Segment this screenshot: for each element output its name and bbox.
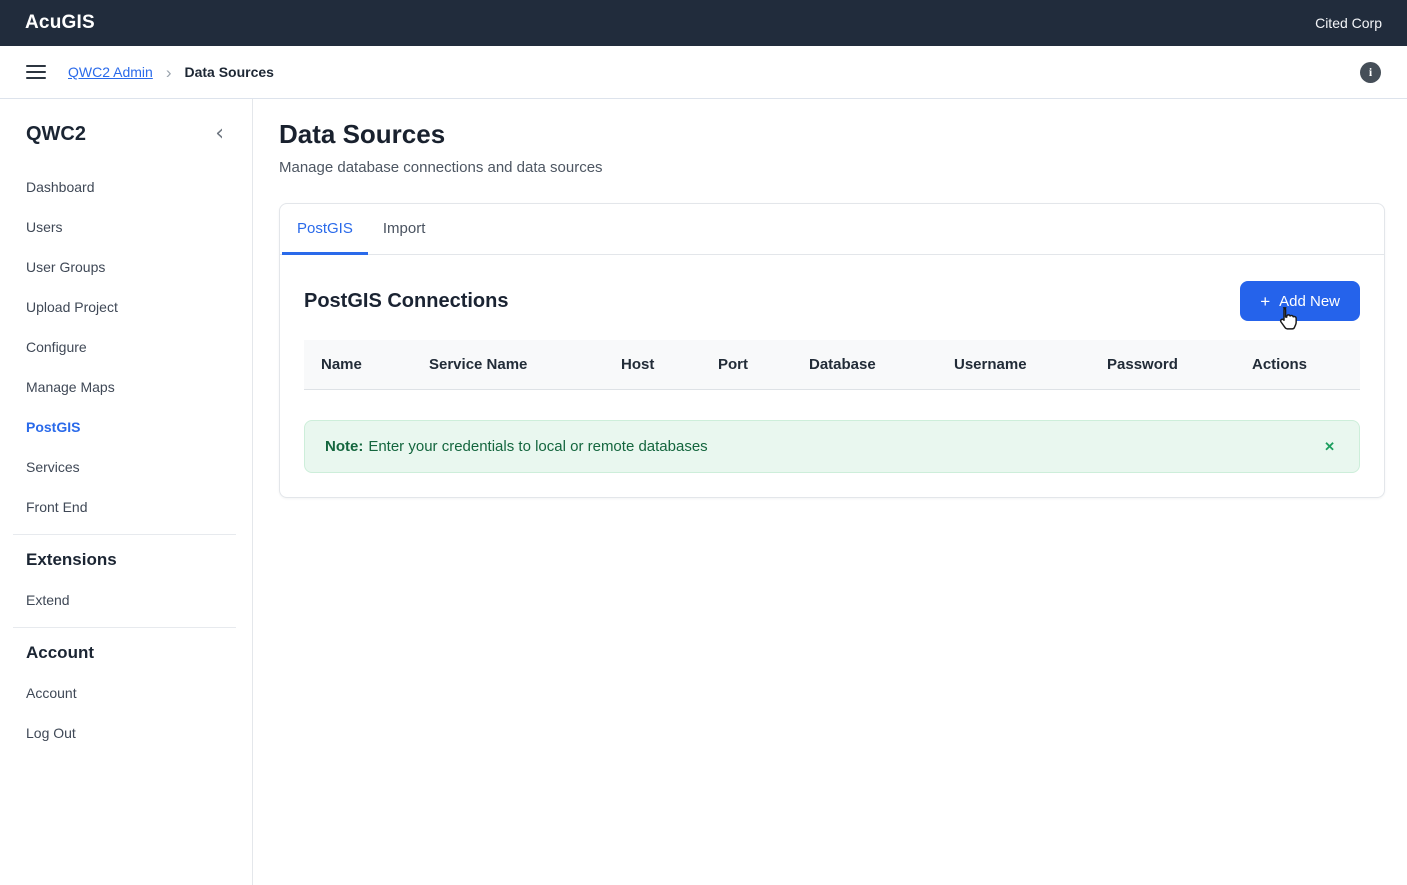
add-new-button[interactable]: + Add New — [1240, 281, 1360, 321]
tab-import[interactable]: Import — [368, 204, 441, 255]
sidebar-item-extend[interactable]: Extend — [0, 580, 252, 620]
chevron-right-icon: › — [166, 64, 172, 81]
sidebar-title: QWC2 — [26, 123, 86, 146]
org-name: Cited Corp — [1315, 15, 1382, 31]
app-logo[interactable]: AcuGIS — [25, 12, 95, 34]
column-host: Host — [621, 356, 718, 373]
breadcrumb-current: Data Sources — [184, 64, 273, 80]
sidebar-item-account[interactable]: Account — [0, 673, 252, 713]
connections-table: Name Service Name Host Port Database Use… — [304, 340, 1360, 390]
sidebar-divider — [13, 627, 236, 628]
note-alert-prefix: Note: — [325, 438, 363, 455]
sidebar-item-configure[interactable]: Configure — [0, 327, 252, 367]
sidebar-divider — [13, 534, 236, 535]
add-new-button-label: Add New — [1279, 293, 1340, 310]
column-port: Port — [718, 356, 809, 373]
breadcrumb-link-qwc2-admin[interactable]: QWC2 Admin — [68, 64, 153, 80]
tab-bar: PostGIS Import — [280, 204, 1384, 255]
column-username: Username — [954, 356, 1107, 373]
sidebar: QWC2 ‹ Dashboard Users User Groups Uploa… — [0, 99, 253, 885]
note-alert: Note: Enter your credentials to local or… — [304, 420, 1360, 473]
plus-icon: + — [1260, 293, 1270, 310]
sidebar-heading-extensions: Extensions — [0, 547, 252, 573]
sidebar-item-front-end[interactable]: Front End — [0, 487, 252, 527]
sidebar-item-manage-maps[interactable]: Manage Maps — [0, 367, 252, 407]
sidebar-item-users[interactable]: Users — [0, 207, 252, 247]
sidebar-item-user-groups[interactable]: User Groups — [0, 247, 252, 287]
main-content: Data Sources Manage database connections… — [253, 99, 1407, 885]
page-subtitle: Manage database connections and data sou… — [279, 159, 1385, 176]
sidebar-item-services[interactable]: Services — [0, 447, 252, 487]
note-alert-text: Enter your credentials to local or remot… — [368, 438, 707, 455]
chevron-left-icon[interactable]: ‹ — [215, 123, 224, 145]
connections-table-header: Name Service Name Host Port Database Use… — [304, 340, 1360, 390]
info-icon[interactable]: i — [1360, 62, 1381, 83]
data-sources-card: PostGIS Import PostGIS Connections + Add… — [279, 203, 1385, 498]
sidebar-item-log-out[interactable]: Log Out — [0, 713, 252, 753]
close-icon[interactable]: ✕ — [1320, 438, 1339, 455]
column-name: Name — [321, 356, 429, 373]
sidebar-item-upload-project[interactable]: Upload Project — [0, 287, 252, 327]
tab-postgis[interactable]: PostGIS — [282, 204, 368, 255]
column-actions: Actions — [1252, 356, 1360, 373]
page-title: Data Sources — [279, 117, 1385, 151]
panel-title: PostGIS Connections — [304, 290, 508, 313]
top-navbar: AcuGIS Cited Corp — [0, 0, 1407, 46]
breadcrumb-bar: QWC2 Admin › Data Sources i — [0, 46, 1407, 99]
menu-toggle-icon[interactable] — [26, 65, 46, 79]
column-password: Password — [1107, 356, 1252, 373]
sidebar-item-postgis[interactable]: PostGIS — [0, 407, 252, 447]
column-service-name: Service Name — [429, 356, 621, 373]
sidebar-heading-account: Account — [0, 640, 252, 666]
sidebar-nav: Dashboard Users User Groups Upload Proje… — [0, 167, 252, 753]
column-database: Database — [809, 356, 954, 373]
sidebar-item-dashboard[interactable]: Dashboard — [0, 167, 252, 207]
